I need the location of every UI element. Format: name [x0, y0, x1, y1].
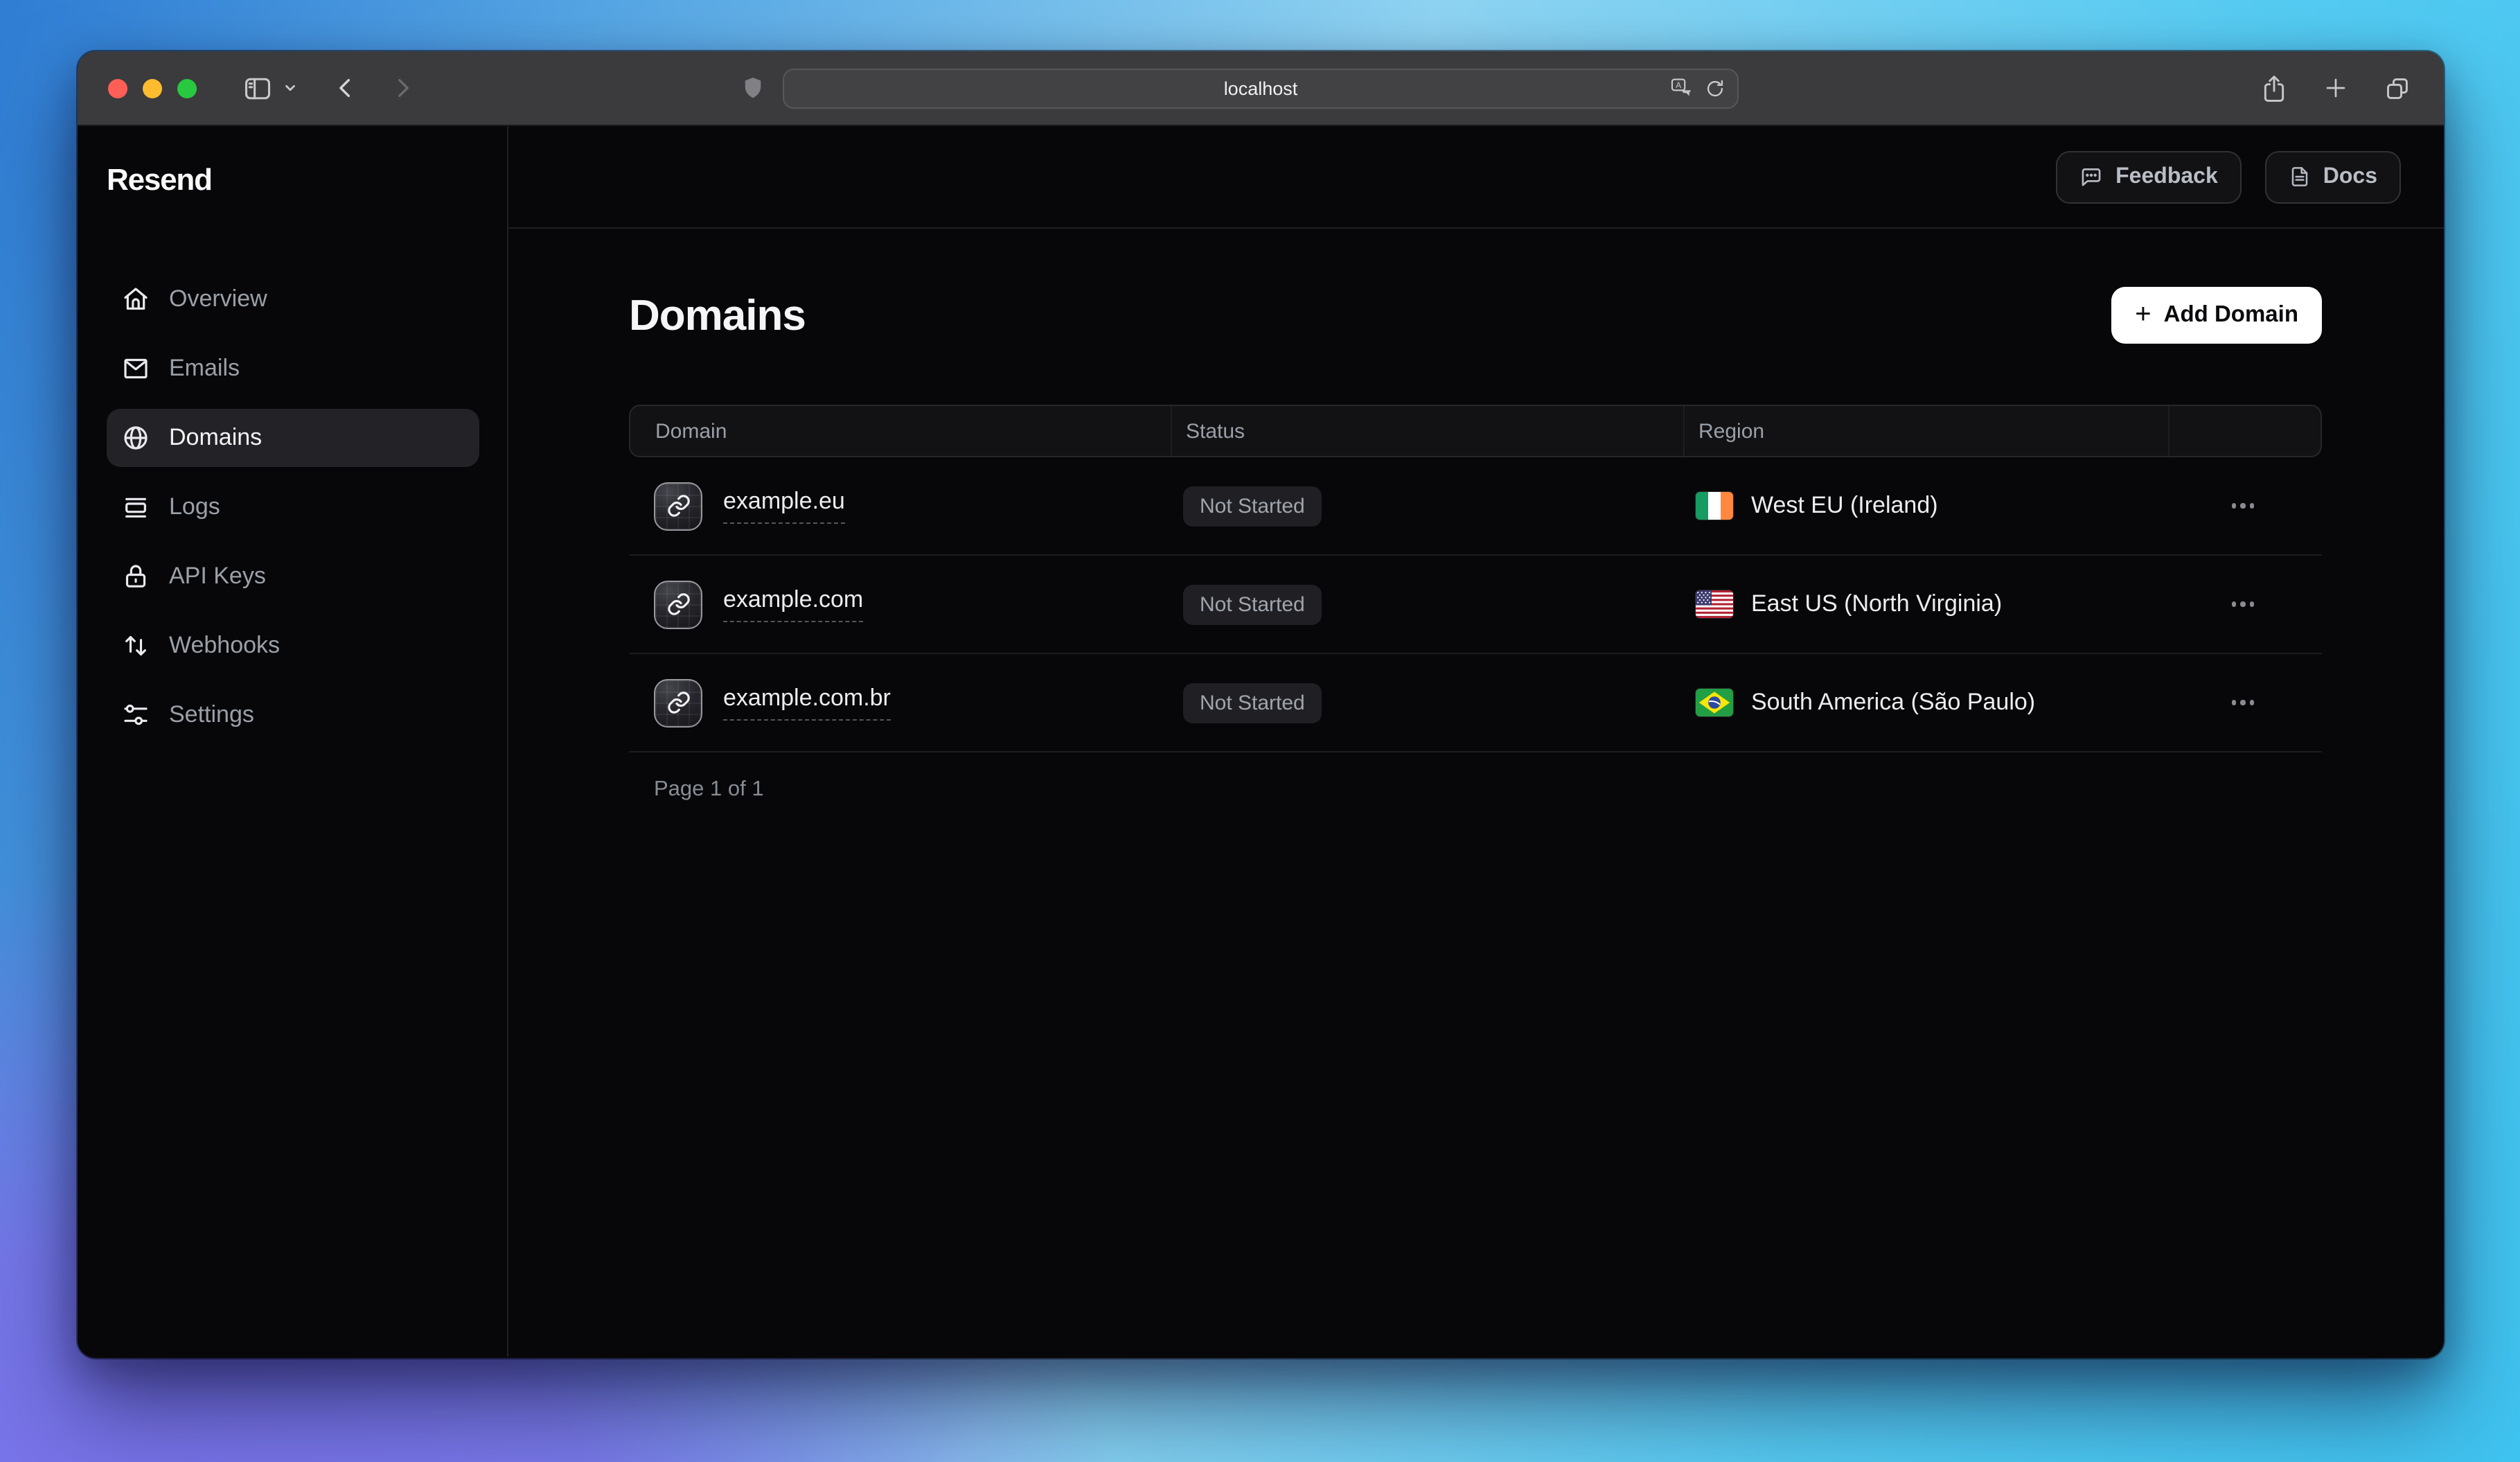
row-menu-button[interactable] [2224, 594, 2263, 615]
sidebar-item-emails[interactable]: Emails [107, 340, 479, 398]
sidebar-nav: Overview Emails Domains [107, 270, 479, 744]
column-header-actions [2168, 406, 2321, 456]
reload-icon[interactable] [1705, 78, 1725, 98]
domain-link[interactable]: example.com [723, 586, 863, 622]
forward-button[interactable] [391, 76, 414, 100]
sidebar-item-webhooks[interactable]: Webhooks [107, 617, 479, 675]
domain-link[interactable]: example.com.br [723, 685, 891, 721]
chevron-down-icon[interactable] [283, 80, 298, 96]
sidebar-item-label: Domains [169, 424, 262, 452]
lock-icon [122, 563, 150, 590]
privacy-shield-icon[interactable] [743, 76, 763, 100]
sidebar-item-overview[interactable]: Overview [107, 270, 479, 328]
domain-link[interactable]: example.eu [723, 488, 845, 524]
sidebar-item-label: API Keys [169, 563, 266, 590]
translate-icon[interactable]: A [1671, 78, 1694, 98]
table-row[interactable]: example.com.br Not Started [629, 654, 2322, 752]
docs-button[interactable]: Docs [2265, 150, 2401, 203]
table-header: Domain Status Region [629, 405, 2322, 457]
plus-icon: + [2135, 300, 2151, 328]
row-menu-button[interactable] [2224, 692, 2263, 714]
region-label: East US (North Virginia) [1751, 590, 2002, 618]
logs-icon [122, 493, 150, 521]
sliders-icon [122, 701, 150, 729]
feedback-button-label: Feedback [2115, 164, 2218, 189]
domain-favicon-tile [654, 678, 702, 727]
globe-icon [122, 424, 150, 452]
domains-page: Domains + Add Domain Domain Status Regio… [508, 229, 2444, 802]
sidebar: Resend Overview Emails [78, 126, 508, 1357]
add-domain-button-label: Add Domain [2164, 302, 2298, 328]
document-icon [2289, 165, 2311, 188]
status-badge: Not Started [1183, 682, 1322, 723]
feedback-button[interactable]: Feedback [2056, 150, 2242, 203]
address-bar-url: localhost [1224, 78, 1298, 98]
add-domain-button[interactable]: + Add Domain [2111, 287, 2322, 344]
column-header-domain: Domain [630, 406, 1171, 456]
desktop-background: localhost A [0, 0, 2520, 1462]
status-badge: Not Started [1183, 584, 1322, 624]
sidebar-item-domains[interactable]: Domains [107, 409, 479, 467]
mail-icon [122, 355, 150, 382]
column-header-region: Region [1683, 406, 2168, 456]
flag-ireland-icon [1696, 492, 1733, 520]
sidebar-item-label: Settings [169, 701, 254, 729]
main-area: Feedback Docs Domains [508, 126, 2444, 1357]
browser-window: localhost A [78, 51, 2444, 1358]
sidebar-toggle-icon[interactable] [242, 73, 273, 103]
domains-table: Domain Status Region example.eu [629, 405, 2322, 752]
close-window-button[interactable] [108, 78, 127, 98]
browser-toolbar: localhost A [78, 51, 2444, 126]
status-badge: Not Started [1183, 486, 1322, 526]
flag-brazil-icon [1696, 689, 1733, 716]
row-menu-button[interactable] [2224, 495, 2263, 517]
sidebar-item-label: Webhooks [169, 632, 280, 660]
home-icon [122, 285, 150, 313]
domain-favicon-tile [654, 580, 702, 628]
sidebar-item-api-keys[interactable]: API Keys [107, 547, 479, 606]
docs-button-label: Docs [2323, 164, 2377, 189]
table-row[interactable]: example.eu Not Started West EU (Ireland) [629, 457, 2322, 556]
svg-text:A: A [1676, 81, 1681, 90]
table-row[interactable]: example.com Not Started [629, 556, 2322, 654]
resend-logo: Resend [107, 162, 507, 198]
top-bar: Feedback Docs [508, 126, 2444, 229]
sidebar-item-logs[interactable]: Logs [107, 478, 479, 536]
back-button[interactable] [334, 76, 357, 100]
sidebar-item-label: Logs [169, 493, 220, 521]
domain-favicon-tile [654, 482, 702, 530]
new-tab-icon[interactable] [2323, 76, 2348, 100]
sidebar-item-label: Emails [169, 355, 240, 382]
link-icon [666, 493, 691, 518]
tab-overview-icon[interactable] [2384, 75, 2411, 101]
flag-united-states-icon [1696, 590, 1733, 618]
arrows-up-down-icon [122, 632, 150, 660]
page-title: Domains [629, 290, 806, 340]
region-label: South America (São Paulo) [1751, 689, 2035, 716]
pagination-status: Page 1 of 1 [629, 777, 2322, 802]
sidebar-item-label: Overview [169, 285, 267, 313]
region-label: West EU (Ireland) [1751, 492, 1938, 520]
column-header-status: Status [1171, 406, 1683, 456]
traffic-lights [108, 78, 197, 98]
link-icon [666, 592, 691, 617]
address-bar[interactable]: localhost A [783, 68, 1739, 108]
link-icon [666, 690, 691, 715]
share-icon[interactable] [2261, 73, 2287, 103]
sidebar-item-settings[interactable]: Settings [107, 686, 479, 744]
minimize-window-button[interactable] [143, 78, 162, 98]
speech-bubble-dots-icon [2079, 165, 2103, 188]
zoom-window-button[interactable] [177, 78, 197, 98]
